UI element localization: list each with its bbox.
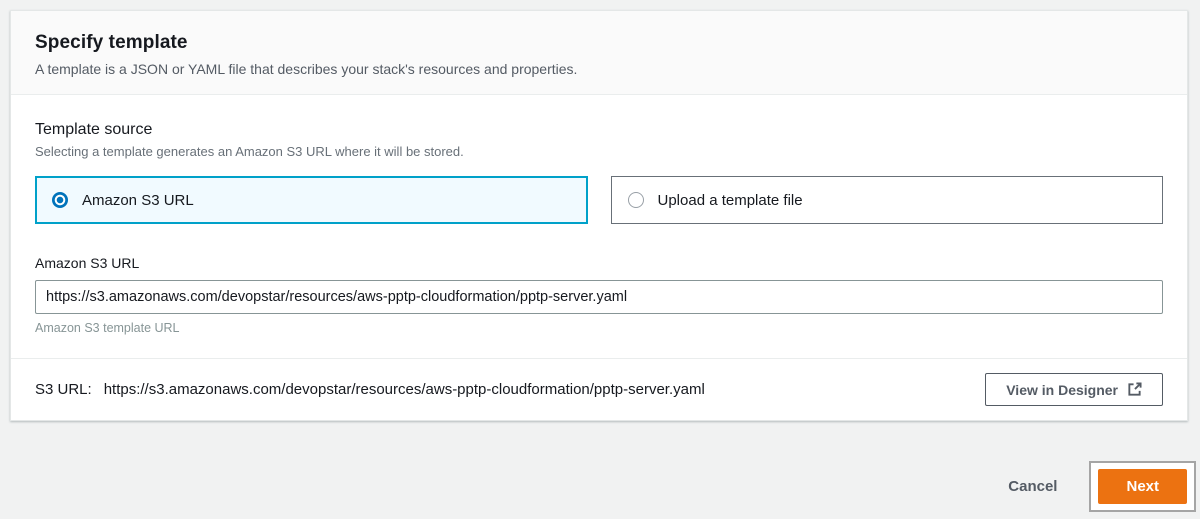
template-source-hint: Selecting a template generates an Amazon…: [35, 144, 1163, 159]
panel-footer: S3 URL: https://s3.amazonaws.com/devopst…: [11, 358, 1187, 420]
panel-body: Template source Selecting a template gen…: [11, 95, 1187, 335]
view-in-designer-button[interactable]: View in Designer: [985, 373, 1163, 406]
next-button[interactable]: Next: [1098, 469, 1187, 504]
template-source-options: Amazon S3 URL Upload a template file: [35, 176, 1163, 224]
radio-unselected-icon[interactable]: [628, 192, 644, 208]
specify-template-panel: Specify template A template is a JSON or…: [10, 10, 1188, 421]
s3-url-summary-label: S3 URL:: [35, 381, 92, 398]
s3-url-field-label: Amazon S3 URL: [35, 255, 1163, 271]
radio-tile-upload-template-file[interactable]: Upload a template file: [611, 176, 1164, 224]
s3-url-field-hint: Amazon S3 template URL: [35, 321, 1163, 335]
wizard-actions: Cancel Next: [1008, 461, 1196, 512]
radio-selected-icon[interactable]: [52, 192, 68, 208]
page-title: Specify template: [35, 32, 1163, 54]
s3-url-input[interactable]: [35, 280, 1163, 314]
cancel-button[interactable]: Cancel: [1008, 478, 1057, 495]
radio-tile-label: Upload a template file: [658, 192, 803, 209]
radio-tile-amazon-s3-url[interactable]: Amazon S3 URL: [35, 176, 588, 224]
page-description: A template is a JSON or YAML file that d…: [35, 61, 1163, 77]
panel-header: Specify template A template is a JSON or…: [11, 11, 1187, 95]
template-source-heading: Template source: [35, 121, 1163, 139]
view-in-designer-label: View in Designer: [1006, 382, 1118, 398]
next-button-highlight-box: Next: [1089, 461, 1196, 512]
s3-url-summary-value: https://s3.amazonaws.com/devopstar/resou…: [104, 381, 705, 398]
external-link-icon: [1127, 382, 1142, 397]
radio-tile-label: Amazon S3 URL: [82, 192, 194, 209]
s3-url-summary: S3 URL: https://s3.amazonaws.com/devopst…: [35, 381, 705, 398]
